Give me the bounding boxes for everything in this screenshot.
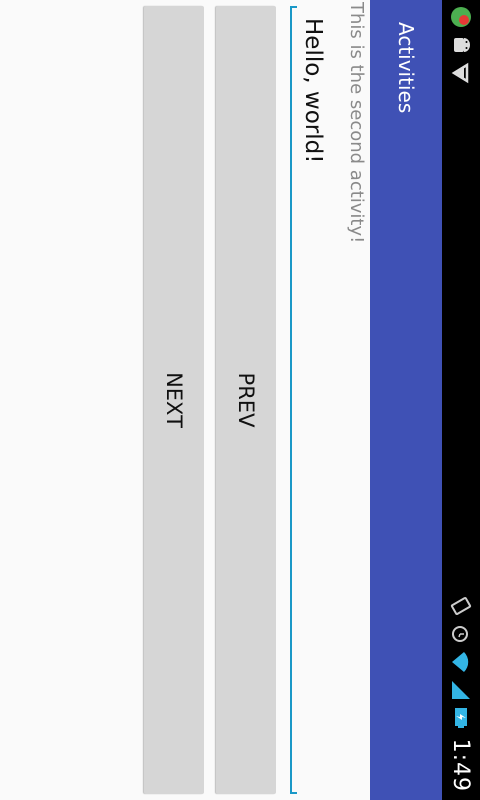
dropdown-notification-icon [450, 62, 472, 84]
edit-text-underline [290, 6, 292, 794]
alarm-icon [450, 623, 472, 645]
status-bar: 1:49 [442, 0, 480, 800]
app-title: Activities [394, 22, 418, 114]
message-edit-text-value[interactable]: Hello, world! [300, 18, 326, 163]
app-screen: 1:49 Activities This is the second activ… [0, 0, 480, 800]
status-left [442, 6, 480, 84]
edit-text-right-tick [290, 792, 297, 794]
rotate-icon [450, 595, 472, 617]
status-right: 1:49 [442, 595, 480, 792]
action-bar: Activities [370, 0, 442, 800]
activity-description: This is the second activity! [346, 2, 367, 244]
battery-charging-icon [450, 707, 472, 729]
next-button[interactable]: NEXT [144, 6, 204, 794]
notification-app-icon [450, 6, 472, 28]
cell-signal-icon [450, 679, 472, 701]
wifi-icon [450, 651, 472, 673]
message-edit-text[interactable]: Hello, world! [290, 6, 336, 794]
android-debug-icon [450, 34, 472, 56]
edit-text-left-tick [290, 6, 297, 8]
status-clock: 1:49 [448, 738, 474, 792]
prev-button[interactable]: PREV [216, 6, 276, 794]
